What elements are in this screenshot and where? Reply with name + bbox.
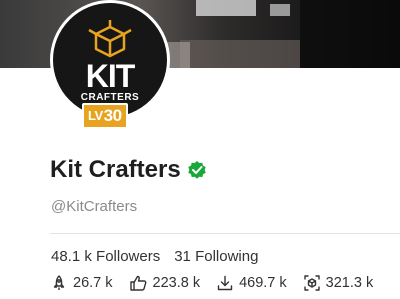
stat-value: 469.7 k <box>239 275 287 291</box>
stat-models: 321.3 k <box>303 275 374 291</box>
display-name: Kit Crafters <box>50 156 181 183</box>
stat-likes: 223.8 k <box>129 275 201 291</box>
divider <box>50 233 400 234</box>
follow-row: 48.1 k Followers 31 Following <box>51 248 272 265</box>
cube-scan-icon <box>303 275 320 291</box>
stat-downloads: 469.7 k <box>217 275 287 291</box>
stat-value: 223.8 k <box>152 275 201 291</box>
cube-logo-icon <box>88 20 132 58</box>
name-row: Kit Crafters <box>50 156 207 184</box>
stat-value: 26.7 k <box>73 275 113 291</box>
following-link[interactable]: 31 Following <box>174 248 258 265</box>
stats-row: 26.7 k 223.8 k 469.7 k 321.3 k <box>51 275 390 291</box>
thumbs-up-icon <box>129 275 146 291</box>
logo-text-crafters: CRAFTERS <box>80 92 140 103</box>
level-badge-prefix: LV <box>88 108 103 123</box>
profile-handle: @KitCrafters <box>51 198 138 215</box>
followers-link[interactable]: 48.1 k Followers <box>51 248 160 265</box>
download-icon <box>217 275 233 291</box>
stat-value: 321.3 k <box>325 275 374 291</box>
logo-text-kit: KIT <box>85 58 136 94</box>
level-badge: LV 30 <box>82 103 128 129</box>
avatar[interactable]: KIT CRAFTERS <box>50 0 170 120</box>
level-badge-value: 30 <box>103 106 122 125</box>
rocket-icon <box>53 275 65 290</box>
verified-badge-icon <box>188 161 206 179</box>
stat-boosts: 26.7 k <box>51 275 113 291</box>
